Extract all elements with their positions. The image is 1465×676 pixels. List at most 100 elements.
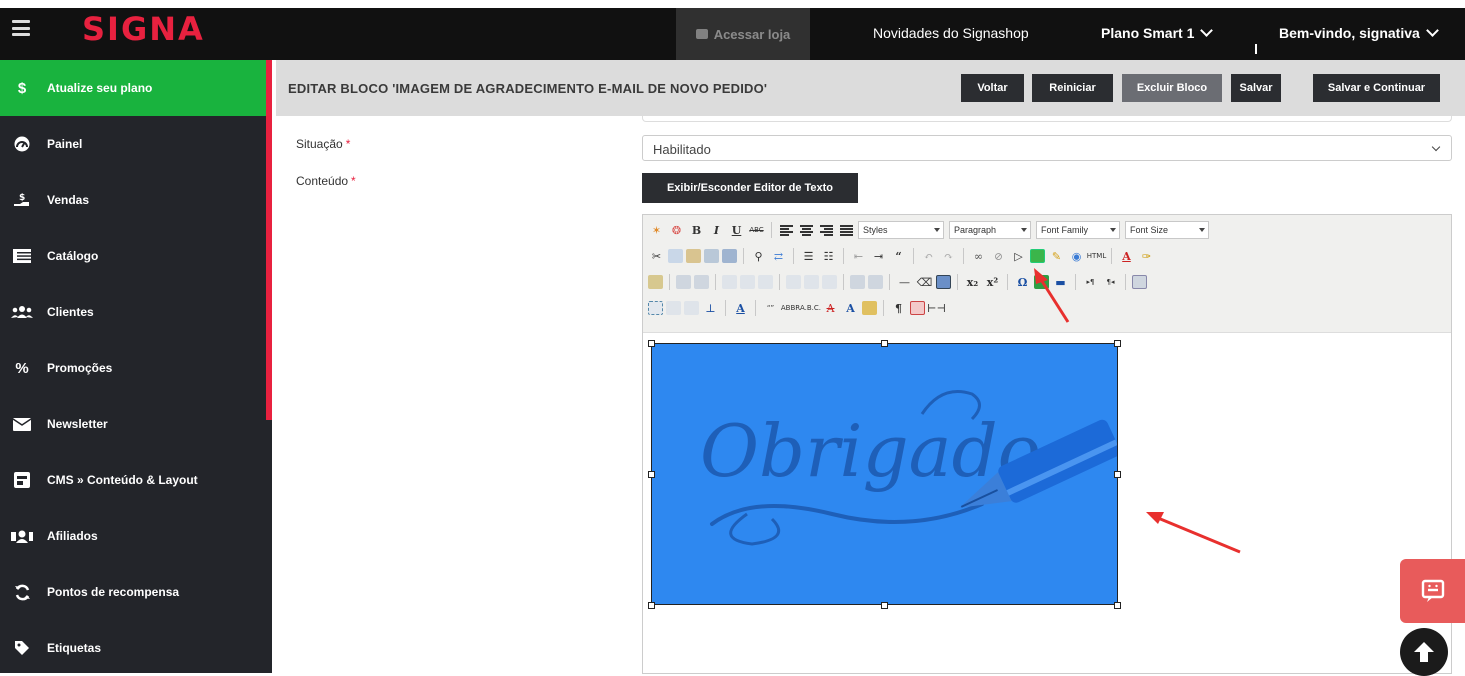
news-link[interactable]: Novidades do Signashop — [873, 25, 1029, 41]
numbered-list-icon[interactable]: ☷ — [820, 248, 837, 265]
subscript-icon[interactable]: x₂ — [964, 274, 981, 291]
align-right-icon[interactable] — [818, 222, 835, 239]
media-icon[interactable] — [1034, 275, 1049, 289]
align-left-icon[interactable] — [778, 222, 795, 239]
resize-handle-bl[interactable] — [648, 602, 655, 609]
sidebar-item-dashboard[interactable]: Painel — [0, 116, 266, 172]
sidebar-item-newsletter[interactable]: Newsletter — [0, 396, 266, 452]
visual-aid-icon[interactable] — [936, 275, 951, 289]
absolute-icon[interactable]: ⊥ — [702, 300, 719, 317]
row-props-icon[interactable] — [676, 275, 691, 289]
logo[interactable]: SIGNA — [82, 10, 205, 48]
hr-advanced-icon[interactable]: ▬ — [1052, 274, 1069, 291]
insert-col-before-icon[interactable] — [786, 275, 801, 289]
redo-icon[interactable]: ↷ — [940, 248, 957, 265]
paste-word-icon[interactable] — [722, 249, 737, 263]
anchor-icon[interactable]: ▷ — [1010, 248, 1027, 265]
delete-row-icon[interactable] — [758, 275, 773, 289]
font-size-select[interactable]: Font Size — [1125, 221, 1209, 239]
delete-block-button[interactable]: Excluir Bloco — [1122, 74, 1222, 102]
sidebar-item-affiliates[interactable]: Afiliados — [0, 508, 266, 564]
styles-select[interactable]: Styles — [858, 221, 944, 239]
chat-button[interactable] — [1400, 559, 1465, 623]
nonbreaking-icon[interactable] — [910, 301, 925, 315]
save-continue-button[interactable]: Salvar e Continuar — [1313, 74, 1440, 102]
status-select[interactable]: Habilitado — [642, 135, 1452, 161]
highlight-color-icon[interactable]: ✑ — [1138, 248, 1155, 265]
superscript-icon[interactable]: x² — [984, 274, 1001, 291]
toggle-editor-button[interactable]: Exibir/Esconder Editor de Texto — [642, 173, 858, 203]
show-blocks-icon[interactable]: ¶ — [890, 300, 907, 317]
sidebar-item-upgrade-plan[interactable]: $ Atualize seu plano — [0, 60, 266, 116]
resize-handle-tl[interactable] — [648, 340, 655, 347]
resize-handle-br[interactable] — [1114, 602, 1121, 609]
undo-icon[interactable]: ↶ — [920, 248, 937, 265]
editor-canvas[interactable]: Obrigado — [643, 333, 1451, 673]
save-button[interactable]: Salvar — [1231, 74, 1281, 102]
sidebar-item-catalog[interactable]: Catálogo — [0, 228, 266, 284]
move-forward-icon[interactable] — [666, 301, 681, 315]
insert-layer-icon[interactable] — [648, 301, 663, 315]
merge-cells-icon[interactable] — [868, 275, 883, 289]
template-icon[interactable]: ❂ — [668, 222, 685, 239]
resize-handle-ml[interactable] — [648, 471, 655, 478]
resize-handle-tr[interactable] — [1114, 340, 1121, 347]
paste-icon[interactable] — [686, 249, 701, 263]
indent-icon[interactable]: ⇥ — [870, 248, 887, 265]
abbr-icon[interactable]: ABBR — [781, 300, 800, 317]
help-icon[interactable]: ◉ — [1068, 248, 1085, 265]
flash-icon[interactable]: ✶ — [648, 222, 665, 239]
cite-icon[interactable]: “” — [762, 300, 779, 317]
deletion-icon[interactable]: A — [822, 300, 839, 317]
sidebar-item-customers[interactable]: Clientes — [0, 284, 266, 340]
underline-icon[interactable]: U — [728, 222, 745, 239]
special-char-icon[interactable]: Ω — [1014, 274, 1031, 291]
insert-row-after-icon[interactable] — [740, 275, 755, 289]
access-store-button[interactable]: Acessar loja — [676, 8, 810, 60]
outdent-icon[interactable]: ⇤ — [850, 248, 867, 265]
paste-text-icon[interactable] — [704, 249, 719, 263]
ltr-icon[interactable]: ▸¶ — [1082, 274, 1099, 291]
align-center-icon[interactable] — [798, 222, 815, 239]
attributes-icon[interactable] — [862, 301, 877, 315]
copy-icon[interactable] — [668, 249, 683, 263]
cut-icon[interactable]: ✂ — [648, 248, 665, 265]
split-cells-icon[interactable] — [850, 275, 865, 289]
insert-row-before-icon[interactable] — [722, 275, 737, 289]
strikethrough-icon[interactable]: ABC — [748, 222, 765, 239]
sidebar-item-rewards[interactable]: Pontos de recompensa — [0, 564, 266, 620]
link-icon[interactable]: ∞ — [970, 248, 987, 265]
back-button[interactable]: Voltar — [961, 74, 1024, 102]
sidebar-item-sales[interactable]: $ Vendas — [0, 172, 266, 228]
resize-handle-bc[interactable] — [881, 602, 888, 609]
text-color-icon[interactable]: A — [1118, 248, 1135, 265]
insertion-icon[interactable]: A — [842, 300, 859, 317]
plan-dropdown[interactable]: Plano Smart 1 — [1101, 24, 1214, 41]
reset-button[interactable]: Reiniciar — [1032, 74, 1113, 102]
fullscreen-icon[interactable] — [1132, 275, 1147, 289]
bullet-list-icon[interactable]: ☰ — [800, 248, 817, 265]
unlink-icon[interactable]: ⊘ — [990, 248, 1007, 265]
cleanup-icon[interactable]: ✎ — [1048, 248, 1065, 265]
resize-handle-mr[interactable] — [1114, 471, 1121, 478]
image-icon[interactable] — [1030, 249, 1045, 263]
hamburger-menu-icon[interactable] — [12, 20, 30, 36]
user-dropdown[interactable]: Bem-vindo, signativa — [1279, 24, 1439, 41]
move-backward-icon[interactable] — [684, 301, 699, 315]
scroll-to-top-button[interactable] — [1400, 628, 1448, 676]
replace-icon[interactable]: ⇄ — [770, 248, 787, 265]
rtl-icon[interactable]: ¶◂ — [1102, 274, 1119, 291]
html-icon[interactable]: HTML — [1087, 248, 1106, 265]
blockquote-icon[interactable]: “ — [890, 248, 907, 265]
italic-icon[interactable]: I — [708, 222, 725, 239]
find-icon[interactable]: ⚲ — [750, 248, 767, 265]
remove-format-icon[interactable]: ⌫ — [916, 274, 933, 291]
styleprops-icon[interactable]: A — [732, 300, 749, 317]
insert-col-after-icon[interactable] — [804, 275, 819, 289]
bold-icon[interactable]: B — [688, 222, 705, 239]
insert-table-icon[interactable] — [648, 275, 663, 289]
horizontal-rule-icon[interactable]: — — [896, 274, 913, 291]
paragraph-select[interactable]: Paragraph — [949, 221, 1031, 239]
sidebar-item-tags[interactable]: Etiquetas — [0, 620, 266, 676]
align-justify-icon[interactable] — [838, 222, 855, 239]
